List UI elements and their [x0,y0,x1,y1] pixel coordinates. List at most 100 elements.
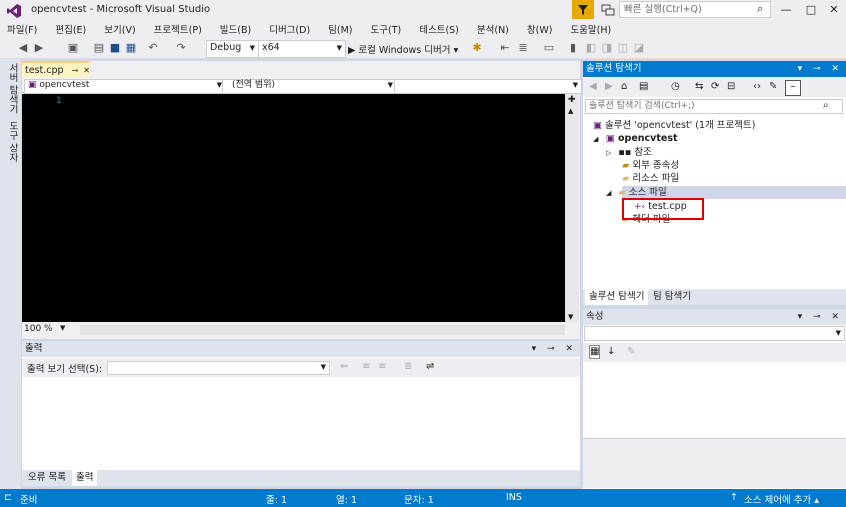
step-icon[interactable]: ⇤ [498,41,512,55]
properties-header: 속성 ▾ ⊸ ✕ [583,309,846,325]
source-control-button[interactable]: 소스 제어에 추가 ▴ [744,492,819,506]
redo-icon[interactable]: ↷ [174,41,188,55]
menu-analyze[interactable]: 분석(N) [477,22,509,36]
collapsed-arrow-icon[interactable]: ▷ [606,149,611,157]
scroll-up-icon[interactable]: ▲ [568,107,573,115]
feedback-icon[interactable] [600,2,616,18]
back-icon[interactable]: ◀ [589,81,597,92]
code-editor[interactable] [22,94,565,322]
start-debugging-button[interactable]: ▶ 로컬 Windows 디버거 ▾ [348,42,458,56]
zoom-level[interactable]: 100 % [24,324,53,334]
word-wrap-icon[interactable]: ⇌ [426,361,434,372]
editor-vertical-scrollbar[interactable]: ✚ ▲ ▼ [565,94,579,322]
tab-solution-explorer[interactable]: 솔루션 탐색기 [585,289,649,305]
properties-icon[interactable]: ✎ [769,81,777,92]
disable-bookmarks-icon[interactable]: ◪ [632,41,646,55]
server-explorer-tab[interactable]: 서버 탐색기 [5,63,19,114]
pin-icon[interactable]: ⊸ [72,64,79,77]
clear-bookmarks-icon[interactable]: ◫ [616,41,630,55]
solution-search-input[interactable]: 솔루션 탐색기 검색(Ctrl+;) [585,99,843,114]
scope-select[interactable]: (전역 범위) ▼ [222,79,397,94]
panel-window-buttons[interactable]: ▾ ⊸ ✕ [798,61,843,77]
switch-views-icon[interactable]: ▤ [639,81,648,92]
tree-item-resource-files[interactable]: ▰ 리소스 파일 [622,172,679,185]
solution-explorer-header: 솔루션 탐색기 ▾ ⊸ ✕ [583,61,846,77]
tab-team-explorer[interactable]: 팀 탐색기 [649,289,695,305]
solution-platform-select[interactable]: x64 ▼ [258,40,346,58]
tab-error-list[interactable]: 오류 목록 [24,470,70,486]
pending-changes-icon[interactable]: ◷ [671,81,680,92]
sync-icon[interactable]: ⇆ [695,81,703,92]
categorized-icon[interactable]: ▦ [589,345,601,359]
chevron-down-icon: ▼ [387,81,393,89]
editor-horizontal-scrollbar[interactable] [80,325,565,335]
menu-window[interactable]: 창(W) [527,22,553,36]
next-bookmark-icon[interactable]: ◨ [600,41,614,55]
save-icon[interactable]: ■ [108,41,122,55]
menu-debug[interactable]: 디버그(D) [269,22,310,36]
next-message-icon[interactable]: ≡ [378,361,386,372]
prev-message-icon[interactable]: ≡ [362,361,370,372]
filter-icon [578,4,588,15]
tree-item-solution[interactable]: ▣ 솔루션 'opencvtest' (1개 프로젝트) [593,119,755,132]
tree-item-project[interactable]: ◢ ▣ opencvtest [593,132,678,145]
find-message-icon[interactable]: ⇐ [340,361,348,372]
notifications-filter-button[interactable] [572,0,594,19]
output-panel-header: 출력 ▾ ⊸ ✕ [22,341,580,357]
menu-project[interactable]: 프로젝트(P) [154,22,202,36]
attach-icon[interactable]: ✱ [470,41,484,55]
panel-window-buttons[interactable]: ▾ ⊸ ✕ [798,309,843,325]
close-button[interactable]: ✕ [822,2,846,18]
member-select[interactable]: ▼ [394,79,582,94]
menu-tools[interactable]: 도구(T) [371,22,402,36]
view-code-icon[interactable]: ‹› [753,81,761,92]
forward-icon[interactable]: ▶ [605,81,613,92]
menu-build[interactable]: 빌드(B) [220,22,251,36]
format-icon[interactable]: ≣ [516,41,530,55]
home-icon[interactable]: ⌂ [621,81,627,92]
property-pages-icon[interactable]: ✎ [627,346,635,357]
clear-all-icon[interactable]: ≣ [404,361,412,372]
properties-object-select[interactable]: ▼ [584,326,845,341]
toolbox-tab[interactable]: 도구 상자 [5,121,19,162]
status-char: 문자: 1 [404,495,434,506]
tree-item-references[interactable]: ▷ ▪▪ 참조 [606,146,652,159]
alphabetical-icon[interactable]: ↓ [607,346,615,357]
menu-file[interactable]: 파일(F) [7,22,37,36]
quick-launch-input[interactable]: 빠른 실행(Ctrl+Q) [619,1,771,18]
split-icon[interactable]: ✚ [568,95,576,105]
back-icon[interactable]: ◀ [16,41,30,55]
close-icon[interactable]: ✕ [83,64,90,77]
tab-output[interactable]: 출력 [72,470,98,486]
restore-button[interactable]: □ [799,2,823,18]
tab-test-cpp[interactable]: test.cpp ⊸ ✕ [22,61,90,77]
menu-team[interactable]: 팀(M) [328,22,352,36]
prev-bookmark-icon[interactable]: ◧ [584,41,598,55]
minimize-button[interactable]: — [774,2,798,18]
scroll-down-icon[interactable]: ▼ [568,313,573,321]
new-project-icon[interactable]: ▣ [66,41,80,55]
undo-icon[interactable]: ↶ [146,41,160,55]
output-source-select[interactable]: ▼ [107,361,330,375]
forward-icon[interactable]: ▶ [32,41,46,55]
preview-icon[interactable]: – [785,80,801,96]
solution-configuration-select[interactable]: Debug ▼ [206,40,259,58]
menu-view[interactable]: 보기(V) [104,22,135,36]
collapse-all-icon[interactable]: ⊟ [727,81,735,92]
chevron-down-icon: ▼ [320,363,326,371]
expanded-arrow-icon[interactable]: ◢ [593,135,598,143]
refresh-icon[interactable]: ⟳ [711,81,719,92]
properties-description [583,438,846,488]
panel-window-buttons[interactable]: ▾ ⊸ ✕ [532,341,577,357]
comment-icon[interactable]: ▭ [542,41,556,55]
menu-edit[interactable]: 편집(E) [55,22,86,36]
menu-help[interactable]: 도움말(H) [570,22,611,36]
menu-test[interactable]: 테스트(S) [419,22,459,36]
open-file-icon[interactable]: ▤ [92,41,106,55]
expanded-arrow-icon[interactable]: ◢ [606,189,611,197]
project-select[interactable]: ▣ opencvtest ▼ [24,79,226,94]
tree-item-external-dependencies[interactable]: ▰ 외부 종속성 [622,159,679,172]
line-number: 1 [56,96,62,106]
save-all-icon[interactable]: ▦ [124,41,138,55]
bookmark-icon[interactable]: ▮ [566,41,580,55]
